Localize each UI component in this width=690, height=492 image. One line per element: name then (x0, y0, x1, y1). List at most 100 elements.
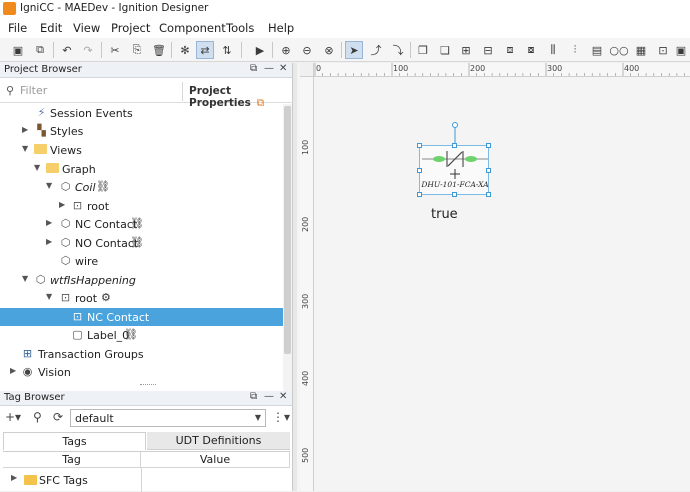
tree-item-label-0[interactable]: ▢ Label_0 ⛓ (0, 326, 283, 344)
zoom-fit-icon[interactable]: ⊗ (320, 41, 338, 59)
snap-align-icon[interactable]: ⇄ (196, 41, 214, 59)
menu-file[interactable]: File (8, 21, 27, 35)
expand-caret-icon[interactable]: ▶ (59, 200, 65, 209)
tree-item-wtfishappening[interactable]: ▼ ⬡ wtfIsHappening (0, 271, 283, 289)
search-icon[interactable]: ⚲ (33, 410, 42, 424)
add-tag-icon[interactable]: +▾ (5, 410, 21, 424)
resize-handle-w[interactable] (417, 168, 422, 173)
more-options-icon[interactable]: ⋮▾ (272, 410, 290, 424)
collapse-caret-icon[interactable]: ▼ (22, 144, 28, 153)
resize-handle-e[interactable] (486, 168, 491, 173)
filter-input[interactable]: Filter (20, 84, 175, 100)
refresh-icon[interactable]: ⟳ (53, 410, 63, 424)
close-icon[interactable]: ✕ (279, 391, 287, 402)
tree-item-styles[interactable]: ▶ ▚ Styles (0, 122, 283, 140)
layout-icon[interactable]: ⊡ (654, 41, 672, 59)
resize-handle-s[interactable] (452, 192, 457, 197)
rotation-handle[interactable] (452, 122, 458, 128)
more-tools-icon[interactable]: ○○ (609, 41, 628, 59)
restore-icon[interactable]: ⧉ (250, 63, 257, 74)
label-0-text[interactable]: true (431, 207, 458, 222)
expand-caret-icon[interactable]: ▶ (10, 366, 16, 375)
tag-provider-select[interactable]: default ▼ (70, 409, 266, 427)
tag-row-sfc-tags[interactable]: ▶ SFC Tags (3, 471, 141, 489)
preview-play-icon[interactable]: ▶ (251, 41, 269, 59)
collapse-caret-icon[interactable]: ▼ (46, 292, 52, 301)
tree-item-graph[interactable]: ▼ Graph (0, 160, 283, 178)
redo-icon[interactable]: ↷ (79, 41, 97, 59)
expand-caret-icon[interactable]: ▶ (11, 473, 17, 482)
tree-item-views[interactable]: ▼ Views (0, 141, 283, 159)
resize-handle-nw[interactable] (417, 143, 422, 148)
minimize-icon[interactable]: — (264, 391, 274, 402)
tree-item-session-events[interactable]: ⚡ Session Events (0, 104, 283, 122)
container-icon: ⊡ (72, 199, 83, 212)
column-header-tag[interactable]: Tag (3, 452, 141, 468)
tab-tags[interactable]: Tags (3, 432, 146, 450)
resize-handle-se[interactable] (486, 192, 491, 197)
zoom-in-icon[interactable]: ⊕ (277, 41, 295, 59)
splitter-grip[interactable] (140, 384, 156, 387)
send-back-icon[interactable]: ❏ (436, 41, 454, 59)
minimize-icon[interactable]: — (264, 63, 274, 74)
menu-help[interactable]: Help (268, 21, 294, 35)
tree-item-coil[interactable]: ▼ ⬡ Coil ⛓ (0, 178, 283, 196)
align-right-icon[interactable]: ⊟ (479, 41, 497, 59)
ungroup-icon[interactable]: ⧇ (522, 41, 540, 59)
tree-item-nc-contact-selected[interactable]: ⊡ NC Contact (0, 308, 283, 326)
tree-scrollbar[interactable] (283, 104, 292, 391)
window-title: IgniCC - MAEDev - Ignition Designer (20, 2, 209, 14)
space-icon[interactable]: ▤ (588, 41, 606, 59)
tab-udt-definitions[interactable]: UDT Definitions (147, 432, 290, 450)
resize-handle-n[interactable] (452, 143, 457, 148)
restore-icon[interactable]: ⧉ (250, 391, 257, 402)
no-snap-icon[interactable]: ✻ (176, 41, 194, 59)
tree-item-nc-contact[interactable]: ▶ ⬡ NC Contact ⛓ (0, 215, 283, 233)
scrollbar-thumb[interactable] (284, 106, 291, 354)
cut-icon[interactable]: ✂ (106, 41, 124, 59)
tree-item-root[interactable]: ▼ ⊡ root ⚙ (0, 289, 283, 307)
menu-project[interactable]: Project (111, 21, 150, 35)
connection-tool-icon[interactable]: ⤴ (367, 41, 385, 59)
selection-tool-icon[interactable]: ➤ (345, 41, 363, 59)
project-browser-panel: Project Browser ⧉ — ✕ ⚲ Filter Project P… (0, 63, 293, 391)
copy-icon[interactable]: ⎘ (128, 41, 146, 59)
tree-item-wire[interactable]: ⬡ wire (0, 252, 283, 270)
menu-view[interactable]: View (73, 21, 100, 35)
distribute-h-icon[interactable]: ⫼ (544, 41, 562, 59)
align-center-icon[interactable]: ⇅ (218, 41, 236, 59)
save-icon[interactable]: ▣ (9, 41, 27, 59)
menu-component[interactable]: Component (159, 21, 226, 35)
tree-item-vision[interactable]: ▶ ◉ Vision (0, 363, 283, 381)
tag-row-label: SFC Tags (39, 474, 88, 487)
stack-icon[interactable]: ▦ (632, 41, 650, 59)
overflow-icon[interactable]: ▣ (672, 41, 690, 59)
resize-handle-ne[interactable] (486, 143, 491, 148)
save-all-icon[interactable]: ⧉ (31, 41, 49, 59)
expand-caret-icon[interactable]: ▶ (46, 237, 52, 246)
bring-front-icon[interactable]: ❐ (414, 41, 432, 59)
expand-caret-icon[interactable]: ▶ (46, 218, 52, 227)
tree-item-transaction-groups[interactable]: ⊞ Transaction Groups (0, 345, 283, 363)
align-left-icon[interactable]: ⊞ (457, 41, 475, 59)
collapse-caret-icon[interactable]: ▼ (46, 181, 52, 190)
group-icon[interactable]: ⧈ (501, 41, 519, 59)
tree-item-coil-root[interactable]: ▶ ⊡ root (0, 197, 283, 215)
collapse-caret-icon[interactable]: ▼ (22, 274, 28, 283)
project-properties-button[interactable]: Project Properties ⧉ (182, 82, 288, 109)
tree-item-no-contact[interactable]: ▶ ⬡ NO Contact ⛓ (0, 234, 283, 252)
column-header-value[interactable]: Value (141, 452, 290, 468)
undo-icon[interactable]: ↶ (58, 41, 76, 59)
resize-handle-sw[interactable] (417, 192, 422, 197)
menu-edit[interactable]: Edit (40, 21, 62, 35)
tree-label: Views (50, 144, 82, 157)
expand-caret-icon[interactable]: ▶ (22, 125, 28, 134)
zoom-out-icon[interactable]: ⊖ (298, 41, 316, 59)
delete-icon[interactable]: 🗑 (150, 41, 168, 59)
view-cube-icon: ⬡ (60, 254, 71, 267)
distribute-v-icon[interactable]: ⫶ (566, 41, 584, 59)
menu-tools[interactable]: Tools (226, 21, 254, 35)
shape-tool-icon[interactable]: ⤵ (389, 41, 407, 59)
close-icon[interactable]: ✕ (279, 63, 287, 74)
collapse-caret-icon[interactable]: ▼ (34, 163, 40, 172)
